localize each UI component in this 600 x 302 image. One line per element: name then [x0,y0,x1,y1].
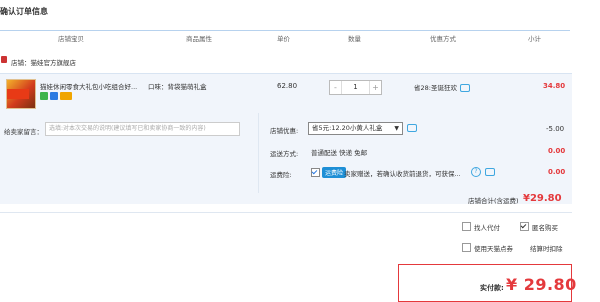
column-header-promotion: 优惠方式 [430,35,456,43]
shop-total-amount: ¥29.80 [523,193,562,204]
pay-for-me-label[interactable]: 找人代付 [474,222,500,232]
insurance-checkbox[interactable] [311,168,320,177]
shop-discount-amount: -5.00 [546,125,565,133]
column-header-quantity: 数量 [348,35,361,43]
payment-label: 实付款: [480,284,504,292]
shop-name-link[interactable]: 猫娃官方旗舰店 [31,59,77,67]
column-header-subtotal: 小计 [528,35,541,43]
section-divider [0,212,572,213]
shipping-label: 运送方式: [270,150,299,158]
promotion: 省28:圣诞狂欢 [414,82,470,92]
column-header-price: 单价 [277,35,290,43]
anonymous-label[interactable]: 匿名购买 [532,222,558,232]
product-attribute: 口味：背袋猫萌礼盒 [148,83,207,91]
product-thumbnail-package [7,89,29,99]
unit-price: 62.80 [277,82,298,90]
page-title: 确认订单信息 [0,7,48,16]
anonymous-checkbox[interactable] [520,222,529,231]
shop-discount-select[interactable]: 省5元:12.20小黄人礼盒 ▼ [308,122,403,135]
quantity-decrease-button[interactable]: - [330,81,341,94]
dropdown-arrow-icon: ▼ [394,125,399,132]
quantity-input[interactable]: 1 [341,81,370,94]
column-header-items: 店铺宝贝 [58,35,84,43]
shipping-amount: 0.00 [548,147,566,155]
shop-total-label: 店铺合计(含运费) [468,197,519,205]
credit-badge-icon[interactable] [60,92,72,100]
insurance-amount: 0.00 [548,168,566,176]
header-divider [0,30,570,31]
insurance-tag: 运费险 [322,167,347,178]
shop-label[interactable]: 店铺：猫娃官方旗舰店 [11,57,76,67]
chat-icon[interactable] [485,168,495,176]
shop-discount-selected: 省5元:12.20小黄人礼盒 [312,124,383,132]
column-header-attributes: 商品属性 [186,35,212,43]
chat-icon[interactable] [407,124,417,132]
promotion-text: 省28:圣诞狂欢 [414,84,457,92]
quantity-increase-button[interactable]: + [370,81,381,94]
insurance-label: 运费险: [270,171,292,179]
return-badge-icon[interactable] [50,92,58,100]
panel-divider [258,113,259,193]
seller-memo-input[interactable]: 选填:对本次交易的说明(建议填写已和卖家协商一致的内容) [45,122,240,136]
help-icon[interactable]: ? [471,167,481,177]
service-badges [40,92,74,102]
item-subtotal: 34.80 [543,82,566,90]
shop-discount-label: 店铺优惠: [270,127,299,135]
memo-label: 给卖家留言： [4,128,43,136]
guarantee-badge-icon[interactable] [40,92,48,100]
insurance-description: 卖家赠送，若确认收货前退货，可获保... [344,170,461,178]
deduct-at-checkout-label: 结算时扣除 [530,245,563,253]
quantity-stepper: - 1 + [329,80,382,95]
pay-for-me-checkbox[interactable] [462,222,471,231]
payment-amount: ¥ 29.80 [506,275,577,294]
shop-prefix: 店铺： [11,59,31,67]
coupon-checkbox[interactable] [462,243,471,252]
chat-icon[interactable] [459,84,470,92]
product-name-link[interactable]: 猫娃休闲零食大礼包小吃组合好... [40,81,137,91]
shipping-method: 普通配送 快递 免邮 [311,149,368,157]
item-row [0,73,572,115]
shop-icon [1,56,7,63]
coupon-label[interactable]: 使用天猫点券 [474,243,513,253]
